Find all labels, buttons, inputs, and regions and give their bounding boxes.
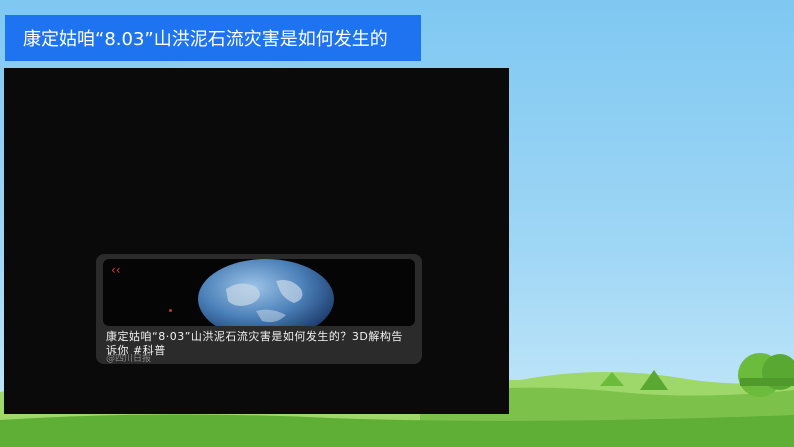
video-player[interactable]: ‹‹ 康定姑咱“8·03”山洪泥石流灾害是如何发生的？3D解构告诉你 #科普 @…: [4, 68, 509, 414]
back-chevron-icon[interactable]: ‹‹: [111, 263, 121, 277]
video-thumbnail[interactable]: ‹‹: [103, 259, 415, 326]
video-card[interactable]: ‹‹ 康定姑咱“8·03”山洪泥石流灾害是如何发生的？3D解构告诉你 #科普 @…: [96, 254, 422, 364]
video-source: @四川日报: [106, 354, 152, 364]
marker-dot: [169, 309, 172, 312]
slide-title-bar: 康定姑咱“8.03”山洪泥石流灾害是如何发生的: [5, 15, 421, 61]
video-caption: 康定姑咱“8·03”山洪泥石流灾害是如何发生的？3D解构告诉你 #科普: [106, 330, 403, 357]
slide: 康定姑咱“8.03”山洪泥石流灾害是如何发生的 ‹‹ 康定姑咱“8·03”山洪泥…: [0, 0, 794, 447]
slide-title: 康定姑咱“8.03”山洪泥石流灾害是如何发生的: [23, 29, 388, 50]
earth-globe-icon: [198, 259, 334, 326]
